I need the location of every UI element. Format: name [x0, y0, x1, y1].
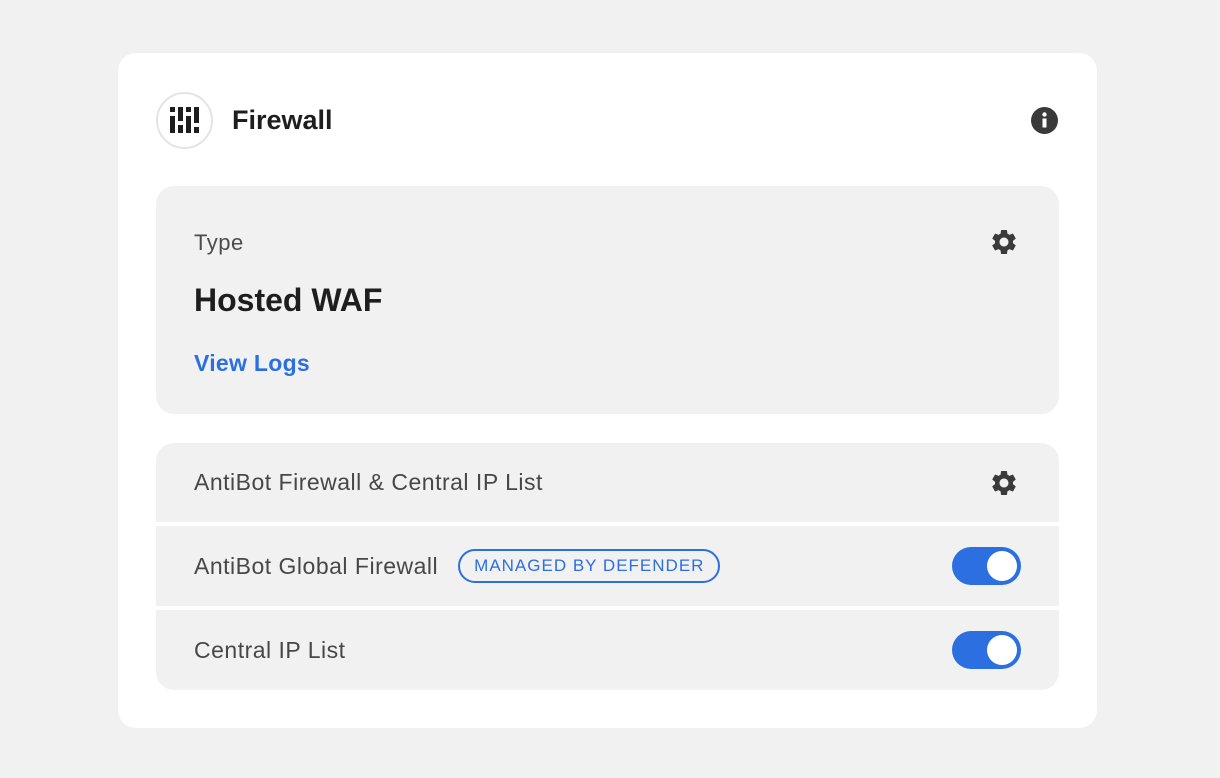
card-header: Firewall	[156, 91, 1059, 149]
type-panel: Type Hosted WAF View Logs	[156, 186, 1059, 414]
view-logs-link[interactable]: View Logs	[194, 350, 310, 377]
antibot-settings-list: AntiBot Firewall & Central IP List AntiB…	[156, 443, 1059, 690]
antibot-global-firewall-toggle[interactable]	[952, 547, 1021, 585]
gear-icon[interactable]	[989, 468, 1019, 498]
bars-logo-icon	[156, 91, 213, 149]
toggle-knob	[987, 635, 1017, 665]
gear-icon[interactable]	[989, 227, 1019, 257]
list-item: AntiBot Global Firewall MANAGED BY DEFEN…	[156, 526, 1059, 606]
antibot-global-firewall-label: AntiBot Global Firewall	[194, 552, 439, 579]
firewall-card: Firewall Type Hosted WAF View Logs AntiB…	[118, 53, 1097, 728]
card-title: Firewall	[232, 104, 333, 135]
central-ip-list-toggle[interactable]	[952, 631, 1021, 669]
central-ip-list-label: Central IP List	[194, 636, 346, 663]
list-item: Central IP List	[156, 610, 1059, 690]
list-header-row: AntiBot Firewall & Central IP List	[156, 443, 1059, 522]
type-value: Hosted WAF	[194, 282, 383, 318]
type-label: Type	[194, 230, 244, 255]
managed-badge: MANAGED BY DEFENDER	[458, 549, 721, 583]
list-header-label: AntiBot Firewall & Central IP List	[194, 469, 543, 495]
info-icon[interactable]	[1030, 106, 1058, 134]
toggle-knob	[987, 551, 1017, 581]
